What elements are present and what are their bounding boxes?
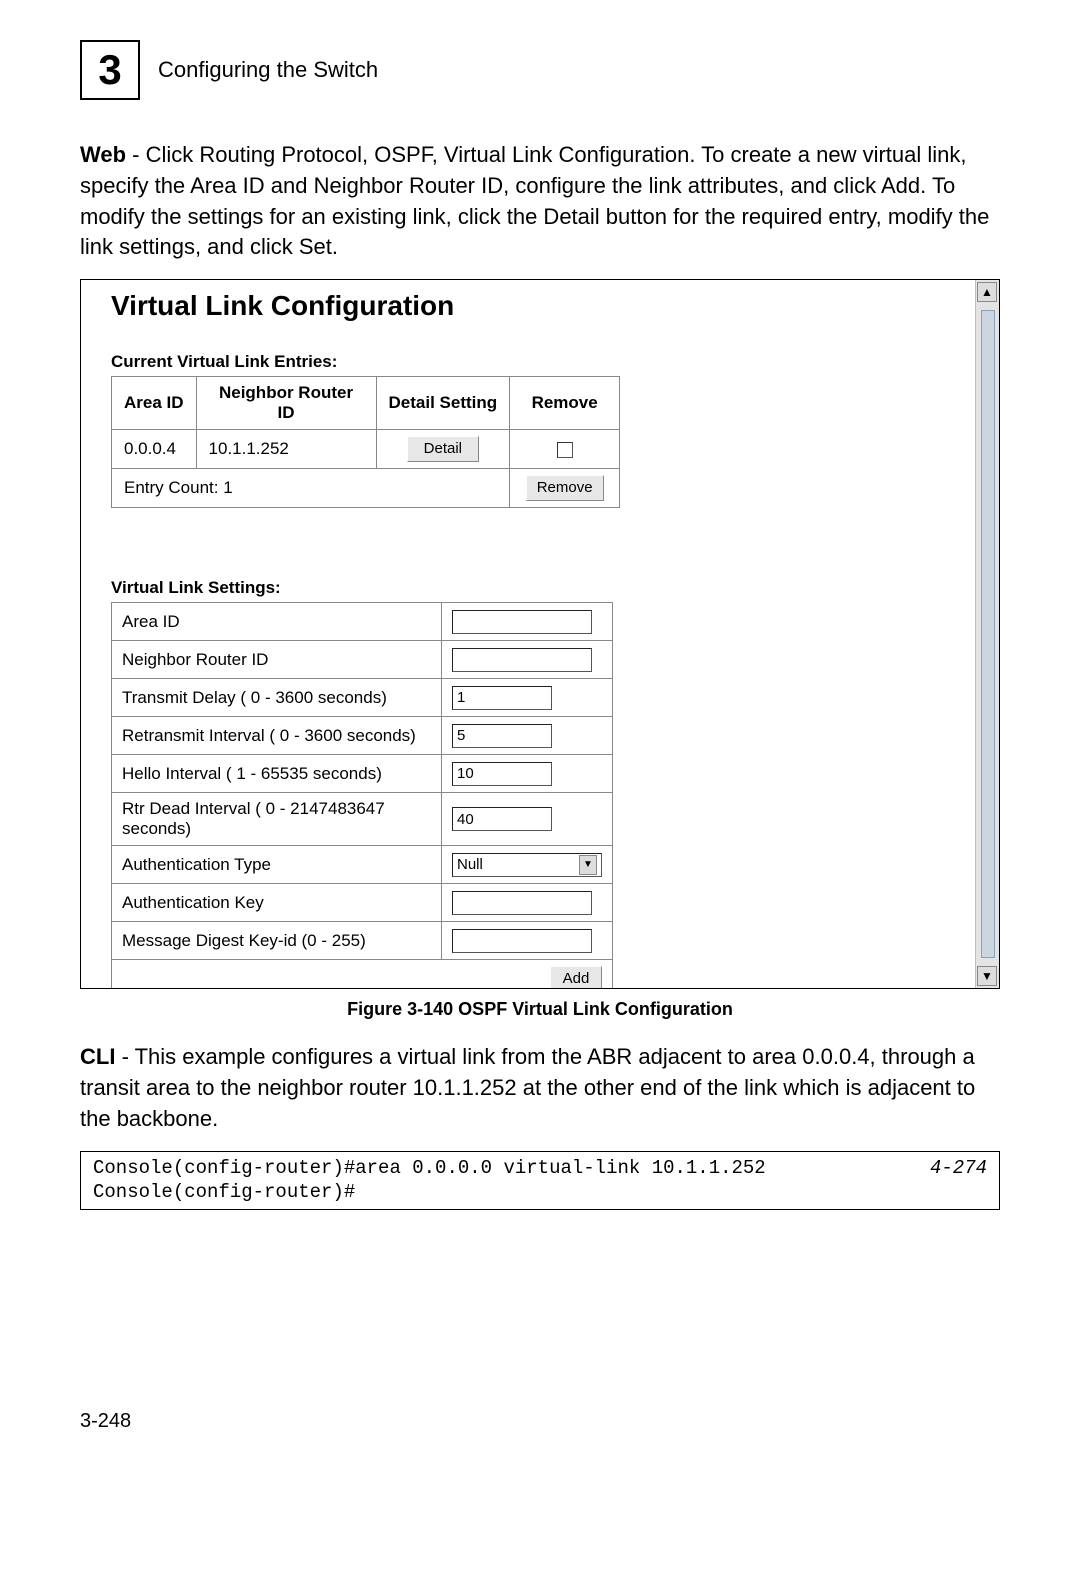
- col-neighbor-router-id: Neighbor Router ID: [196, 377, 376, 430]
- remove-checkbox[interactable]: [557, 442, 573, 458]
- label-auth-type: Authentication Type: [112, 846, 442, 884]
- input-area-id[interactable]: [452, 610, 592, 634]
- cli-commands: Console(config-router)#area 0.0.0.0 virt…: [93, 1156, 766, 1205]
- settings-row: Transmit Delay ( 0 - 3600 seconds): [112, 679, 613, 717]
- scroll-down-icon[interactable]: ▼: [977, 966, 997, 986]
- chapter-number-box: 3: [80, 40, 140, 100]
- settings-row: Rtr Dead Interval ( 0 - 2147483647 secon…: [112, 793, 613, 846]
- table-footer-row: Entry Count: 1 Remove: [112, 469, 620, 508]
- select-auth-type[interactable]: Null ▼: [452, 853, 602, 877]
- page-header: 3 Configuring the Switch: [80, 40, 1000, 100]
- label-area-id: Area ID: [112, 603, 442, 641]
- table-header-row: Area ID Neighbor Router ID Detail Settin…: [112, 377, 620, 430]
- scrollbar[interactable]: ▲ ▼: [975, 280, 999, 988]
- input-retransmit-interval[interactable]: [452, 724, 552, 748]
- settings-row: Area ID: [112, 603, 613, 641]
- input-neighbor-router-id[interactable]: [452, 648, 592, 672]
- label-neighbor-router-id: Neighbor Router ID: [112, 641, 442, 679]
- cli-intro-text: - This example configures a virtual link…: [80, 1044, 975, 1131]
- scroll-thumb[interactable]: [981, 310, 995, 958]
- settings-row: Neighbor Router ID: [112, 641, 613, 679]
- cli-intro-paragraph: CLI - This example configures a virtual …: [80, 1042, 1000, 1134]
- label-transmit-delay: Transmit Delay ( 0 - 3600 seconds): [112, 679, 442, 717]
- col-area-id: Area ID: [112, 377, 197, 430]
- document-page: 3 Configuring the Switch Web - Click Rou…: [0, 0, 1080, 1493]
- cli-example-box: Console(config-router)#area 0.0.0.0 virt…: [80, 1151, 1000, 1210]
- settings-section-label: Virtual Link Settings:: [111, 578, 989, 598]
- web-label-bold: Web: [80, 142, 126, 167]
- label-auth-key: Authentication Key: [112, 884, 442, 922]
- settings-row: Authentication Key: [112, 884, 613, 922]
- label-retransmit-interval: Retransmit Interval ( 0 - 3600 seconds): [112, 717, 442, 755]
- settings-row: Authentication Type Null ▼: [112, 846, 613, 884]
- settings-row: Retransmit Interval ( 0 - 3600 seconds): [112, 717, 613, 755]
- scroll-up-icon[interactable]: ▲: [977, 282, 997, 302]
- cell-detail: Detail: [376, 430, 510, 469]
- figure-caption: Figure 3-140 OSPF Virtual Link Configura…: [80, 999, 1000, 1020]
- input-auth-key[interactable]: [452, 891, 592, 915]
- entry-count: Entry Count: 1: [112, 469, 510, 508]
- page-title: Virtual Link Configuration: [111, 290, 989, 322]
- cell-remove-check: [510, 430, 620, 469]
- cell-remove-btn: Remove: [510, 469, 620, 508]
- label-hello-interval: Hello Interval ( 1 - 65535 seconds): [112, 755, 442, 793]
- table-row: 0.0.0.4 10.1.1.252 Detail: [112, 430, 620, 469]
- cell-area-id: 0.0.0.4: [112, 430, 197, 469]
- detail-button[interactable]: Detail: [407, 436, 479, 462]
- page-number: 3-248: [80, 1410, 1000, 1433]
- web-intro-text: - Click Routing Protocol, OSPF, Virtual …: [80, 142, 989, 259]
- remove-button[interactable]: Remove: [526, 475, 604, 501]
- chapter-title: Configuring the Switch: [158, 57, 378, 83]
- cli-label-bold: CLI: [80, 1044, 115, 1069]
- add-row: Add: [112, 960, 613, 990]
- col-detail-setting: Detail Setting: [376, 377, 510, 430]
- settings-row: Hello Interval ( 1 - 65535 seconds): [112, 755, 613, 793]
- select-auth-type-value: Null: [457, 856, 483, 873]
- input-md-key-id[interactable]: [452, 929, 592, 953]
- settings-table: Area ID Neighbor Router ID Transmit Dela…: [111, 602, 613, 989]
- chevron-down-icon[interactable]: ▼: [579, 855, 597, 875]
- cell-neighbor: 10.1.1.252: [196, 430, 376, 469]
- input-rtr-dead-interval[interactable]: [452, 807, 552, 831]
- web-intro-paragraph: Web - Click Routing Protocol, OSPF, Virt…: [80, 140, 1000, 263]
- add-button[interactable]: Add: [550, 966, 602, 989]
- input-transmit-delay[interactable]: [452, 686, 552, 710]
- label-md-key-id: Message Digest Key-id (0 - 255): [112, 922, 442, 960]
- label-rtr-dead-interval: Rtr Dead Interval ( 0 - 2147483647 secon…: [112, 793, 442, 846]
- input-hello-interval[interactable]: [452, 762, 552, 786]
- screenshot-content: Virtual Link Configuration Current Virtu…: [81, 280, 999, 989]
- col-remove: Remove: [510, 377, 620, 430]
- entries-section-label: Current Virtual Link Entries:: [111, 352, 989, 372]
- settings-row: Message Digest Key-id (0 - 255): [112, 922, 613, 960]
- entries-table: Area ID Neighbor Router ID Detail Settin…: [111, 376, 620, 508]
- cli-page-ref: 4-274: [930, 1156, 987, 1205]
- screenshot-container: ▲ ▼ Virtual Link Configuration Current V…: [80, 279, 1000, 989]
